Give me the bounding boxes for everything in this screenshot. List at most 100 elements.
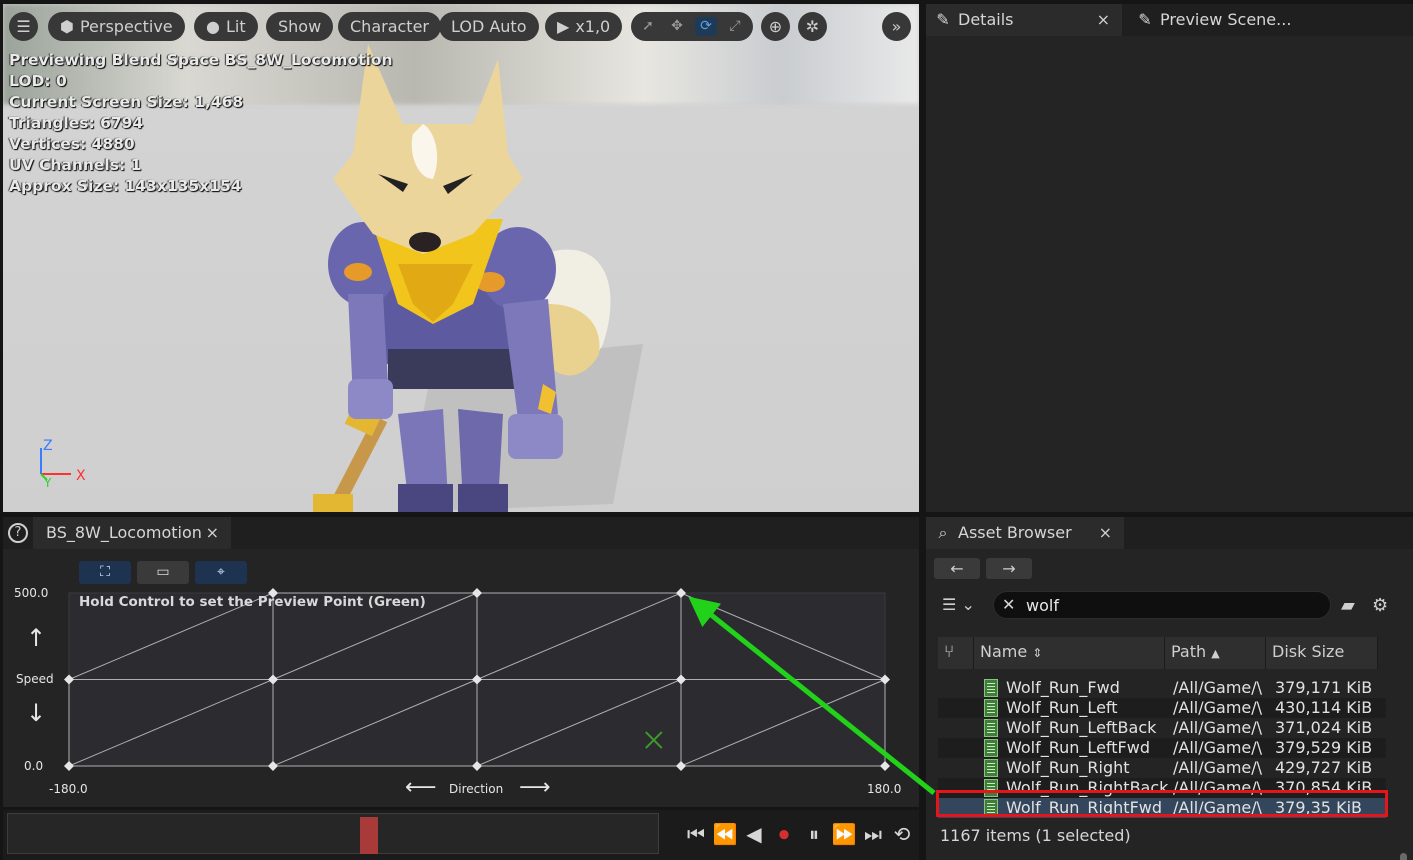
arrow-down-icon: ↓ xyxy=(26,699,47,727)
asset-size: 379,171 KiB xyxy=(1275,678,1373,697)
close-icon[interactable]: × xyxy=(206,517,219,549)
arrow-right-icon: ⟶ xyxy=(519,775,551,800)
timeline-scrubber[interactable] xyxy=(7,813,659,854)
arrow-right-icon: → xyxy=(1002,559,1016,578)
play-speed-button[interactable]: ▶ x1,0 xyxy=(545,12,623,41)
viewport-stats: Previewing Blend Space BS_8W_Locomotion … xyxy=(9,50,393,197)
skip-to-start-icon[interactable]: ⏮ xyxy=(683,822,709,846)
gear-icon[interactable]: ⚙ xyxy=(1372,595,1388,616)
search-box: ✕ xyxy=(993,591,1331,619)
highlight-box xyxy=(936,790,1388,817)
filter-dropdown[interactable]: ☰ ⌄ xyxy=(942,593,986,617)
search-folder-icon: ⌕ xyxy=(938,523,948,542)
forward-button[interactable]: → xyxy=(986,558,1032,579)
y-axis-label: Speed xyxy=(16,672,54,686)
cube-icon: ⬢ xyxy=(60,17,74,36)
step-back-icon[interactable]: ⏪ xyxy=(712,822,738,846)
scale-icon[interactable]: ⤢ xyxy=(724,17,746,36)
transform-tools: ➚ ✥ ⟳ ⤢ xyxy=(631,12,753,41)
arrow-left-icon: ← xyxy=(950,559,964,578)
select-icon[interactable]: ➚ xyxy=(637,17,659,36)
animation-file-icon xyxy=(984,759,998,777)
back-button[interactable]: ← xyxy=(934,558,980,579)
asset-name: Wolf_Run_LeftFwd xyxy=(1006,738,1150,757)
table-header: ⑂ Name ⇕ Path ▲ Disk Size xyxy=(938,637,1378,669)
details-panel-body xyxy=(926,36,1413,512)
table-row[interactable]: Wolf_Run_Right/All/Game/\ 429,727 KiB xyxy=(938,758,1386,778)
close-icon[interactable]: × xyxy=(1099,517,1112,549)
step-forward-icon[interactable]: ⏩ xyxy=(831,822,857,846)
asset-size: 371,024 KiB xyxy=(1275,718,1373,737)
move-icon[interactable]: ✥ xyxy=(666,17,688,36)
arrow-up-icon: ↑ xyxy=(26,624,47,652)
lod-button[interactable]: LOD Auto xyxy=(439,12,539,41)
play-reverse-icon[interactable]: ◀ xyxy=(741,822,767,846)
asset-size: 429,727 KiB xyxy=(1275,758,1373,777)
scrollbar[interactable] xyxy=(1400,853,1407,860)
tab-preview-scene[interactable]: ✎ Preview Scene... xyxy=(1128,4,1308,36)
clear-icon[interactable]: ✕ xyxy=(1002,595,1015,614)
lit-button[interactable]: ● Lit xyxy=(194,12,258,41)
x-axis-label: Direction xyxy=(449,782,504,796)
help-icon[interactable]: ? xyxy=(8,523,28,543)
tab-details[interactable]: ✎ Details × xyxy=(926,4,1122,36)
viewport-toolbar: ☰ ⬢ Perspective ● Lit Show Character LOD A… xyxy=(3,8,919,42)
column-path[interactable]: Path ▲ xyxy=(1165,637,1266,669)
record-icon[interactable]: ⏺ xyxy=(771,822,797,846)
rotate-icon[interactable]: ⟳ xyxy=(695,17,717,36)
column-disk-size[interactable]: Disk Size xyxy=(1266,637,1378,669)
table-row[interactable]: Wolf_Run_LeftBack/All/Game/\ 371,024 KiB xyxy=(938,718,1386,738)
asset-path: /All/Game/\ xyxy=(1173,678,1263,697)
blendspace-tabbar: ? BS_8W_Locomotion × xyxy=(3,517,919,549)
close-icon[interactable]: × xyxy=(1097,4,1110,36)
tab-asset-browser[interactable]: ⌕ Asset Browser × xyxy=(926,517,1124,549)
table-row[interactable]: Wolf_Run_Left/All/Game/\ 430,114 KiB xyxy=(938,698,1386,718)
tab-blendspace[interactable]: BS_8W_Locomotion × xyxy=(33,517,231,549)
folder-icon[interactable]: ▰ xyxy=(1341,595,1355,616)
camera-icon[interactable]: ⊕ xyxy=(761,12,790,41)
axis-y-label: Y xyxy=(44,476,52,490)
stat-line: Approx Size: 143x135x154 xyxy=(9,177,242,195)
double-chevron-right-icon[interactable]: » xyxy=(882,12,911,41)
scrub-handle[interactable] xyxy=(360,817,378,854)
table-row[interactable]: Wolf_Run_Fwd/All/Game/\ 379,171 KiB xyxy=(938,678,1386,698)
asset-name: Wolf_Run_Left xyxy=(1006,698,1118,717)
perspective-button[interactable]: ⬢ Perspective xyxy=(48,12,185,41)
filter-icon: ☰ xyxy=(942,595,957,614)
branch-icon[interactable]: ⑂ xyxy=(938,637,974,669)
animation-file-icon xyxy=(984,699,998,717)
pencil-icon: ✎ xyxy=(1138,10,1152,29)
show-button[interactable]: Show xyxy=(266,12,334,41)
blendspace-editor: ⛶ ▭ ⌖ Hold Control to set the Preview Po… xyxy=(3,549,919,807)
preview-hint: Hold Control to set the Preview Point (G… xyxy=(79,594,426,610)
axis-gizmo: Z X Y xyxy=(33,434,93,494)
loop-icon[interactable]: ⟲ xyxy=(889,822,915,846)
preview-viewport[interactable]: ☰ ⬢ Perspective ● Lit Show Character LOD A… xyxy=(3,4,919,512)
asset-path: /All/Game/\ xyxy=(1173,718,1263,737)
search-input[interactable] xyxy=(1026,595,1316,615)
item-count: 1167 items (1 selected) xyxy=(940,826,1131,845)
sort-up-icon: ▲ xyxy=(1211,647,1220,660)
snap-icon[interactable]: ✲ xyxy=(798,12,827,41)
pause-icon[interactable]: ⏸ xyxy=(801,822,827,846)
asset-size: 430,114 KiB xyxy=(1275,698,1373,717)
character-button[interactable]: Character xyxy=(338,12,441,41)
play-icon: ▶ xyxy=(557,17,570,36)
skip-to-end-icon[interactable]: ⏭ xyxy=(860,822,886,846)
y-min-label: 0.0 xyxy=(24,759,44,773)
asset-name: Wolf_Run_Right xyxy=(1006,758,1130,777)
chevron-down-icon: ⌄ xyxy=(961,595,975,614)
pencil-icon: ✎ xyxy=(936,10,950,29)
sphere-icon: ● xyxy=(206,17,220,36)
table-row[interactable]: Wolf_Run_LeftFwd/All/Game/\ 379,529 KiB xyxy=(938,738,1386,758)
arrow-left-icon: ⟵ xyxy=(405,775,437,800)
timeline: ⏮ ⏪ ◀ ⏺ ⏸ ⏩ ⏭ ⟲ xyxy=(3,810,919,860)
blendspace-grid[interactable] xyxy=(3,549,919,807)
hamburger-icon[interactable]: ☰ xyxy=(9,12,38,41)
stat-line: Current Screen Size: 1,468 xyxy=(9,93,244,111)
axis-z-label: Z xyxy=(43,438,53,454)
stat-line: Previewing Blend Space BS_8W_Locomotion xyxy=(9,51,393,69)
column-name[interactable]: Name ⇕ xyxy=(974,637,1165,669)
x-max-label: 180.0 xyxy=(867,782,902,796)
stat-line: LOD: 0 xyxy=(9,72,67,90)
